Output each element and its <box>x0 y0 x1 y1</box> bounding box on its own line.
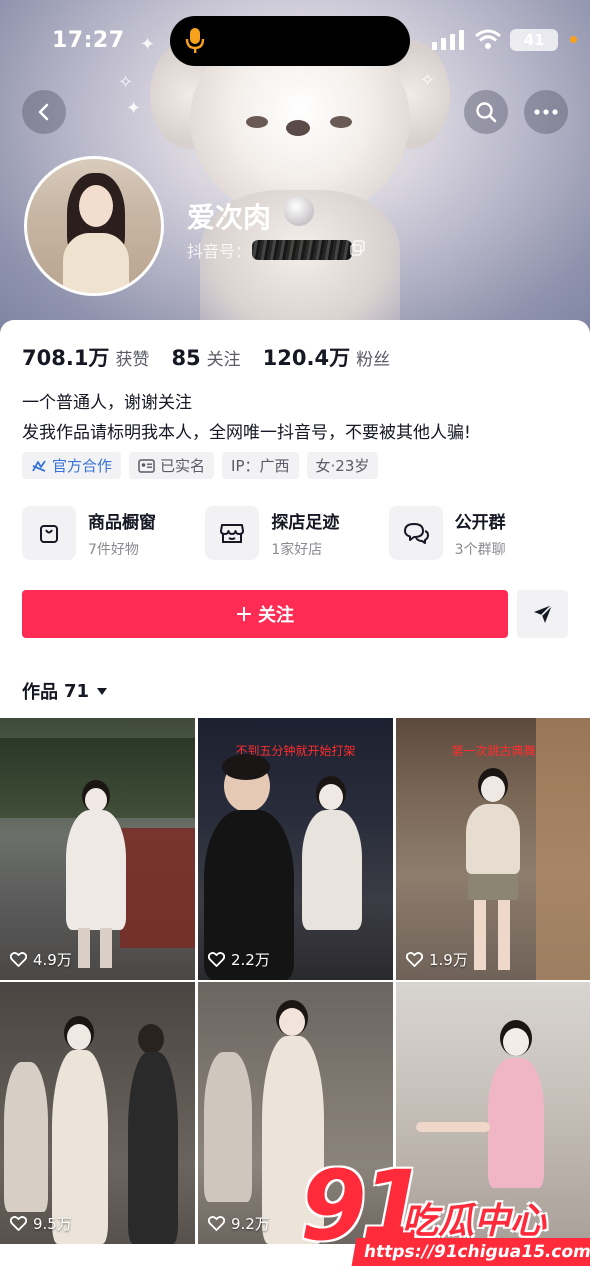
wifi-icon <box>475 29 501 49</box>
feature-subtitle: 3个群聊 <box>454 541 506 558</box>
video-like-count: 2.2万 <box>231 951 270 969</box>
heart-icon <box>10 952 27 967</box>
heart-icon <box>208 952 225 967</box>
follow-button[interactable]: 关注 <box>22 590 508 638</box>
feature-store-visits[interactable]: 探店足迹 1家好店 <box>205 506 388 560</box>
tag-ip-location: IP：广西 <box>222 452 299 479</box>
feature-shop-window[interactable]: 商品橱窗 7件好物 <box>22 506 205 560</box>
battery-indicator: 41 <box>510 29 558 51</box>
profile-features: 商品橱窗 7件好物 探店足迹 1家好店 公开群 3个群聊 <box>22 506 572 560</box>
feature-title: 公开群 <box>454 512 506 533</box>
feature-title: 商品橱窗 <box>88 512 156 533</box>
video-like-count: 9.5万 <box>33 1215 72 1233</box>
douyin-id-redacted <box>252 240 352 260</box>
heart-icon <box>10 1216 27 1231</box>
dynamic-island <box>170 16 410 66</box>
followers-label[interactable]: 粉丝 <box>356 345 390 370</box>
works-label: 作品 <box>22 682 58 703</box>
official-collab-icon <box>32 460 46 472</box>
tag-label: 女·23岁 <box>315 457 370 475</box>
send-message-button[interactable] <box>517 590 568 638</box>
banner-teddy-eye <box>246 116 268 128</box>
copy-icon[interactable] <box>350 240 366 256</box>
video-thumbnail[interactable]: 9.5万 <box>0 982 195 1244</box>
tag-label: IP：广西 <box>231 457 290 475</box>
heart-icon <box>406 952 423 967</box>
sparkle-icon: ✧ <box>420 70 436 91</box>
banner-teddy-eye <box>330 116 352 128</box>
tag-gender-age: 女·23岁 <box>306 452 379 479</box>
caret-down-icon <box>97 687 108 695</box>
works-tab[interactable]: 作品 71 <box>22 678 108 704</box>
following-count[interactable]: 85 <box>171 346 200 370</box>
tag-label: 已实名 <box>160 457 206 475</box>
video-thumbnail[interactable]: 4.9万 <box>0 718 195 980</box>
sparkle-icon: ✧ <box>118 72 134 93</box>
sparkle-icon: ✦ <box>126 98 142 119</box>
video-like-count: 1.9万 <box>429 951 468 969</box>
plus-icon <box>237 607 251 621</box>
douyin-id-label: 抖音号： <box>187 242 252 261</box>
profile-bio: 一个普通人，谢谢关注 发我作品请标明我本人，全网唯一抖音号，不要被其他人骗! <box>22 388 471 448</box>
bio-line: 一个普通人，谢谢关注 <box>22 393 192 413</box>
tag-label: 官方合作 <box>52 457 113 475</box>
chat-bubbles-icon <box>403 523 429 544</box>
works-count: 71 <box>64 680 90 702</box>
feature-subtitle: 7件好物 <box>88 541 139 558</box>
shopping-bag-icon <box>40 525 58 543</box>
profile-nickname: 爱次肉 <box>187 201 272 234</box>
banner-teddy-nose <box>286 120 310 136</box>
heart-icon <box>208 1216 225 1231</box>
chevron-left-icon <box>38 103 49 121</box>
privacy-indicator-dot <box>570 36 577 43</box>
banner-teddy-bell <box>284 196 314 226</box>
video-caption: 不到五分钟就开始打架 <box>235 744 356 758</box>
follow-button-label: 关注 <box>258 605 294 626</box>
feature-public-groups[interactable]: 公开群 3个群聊 <box>388 506 572 560</box>
tag-verified-name[interactable]: 已实名 <box>129 452 215 479</box>
video-thumbnail[interactable]: 不到五分钟就开始打架 2.2万 <box>198 718 393 980</box>
profile-stats: 708.1万 获赞 85 关注 120.4万 粉丝 <box>22 342 412 372</box>
video-thumbnail[interactable]: 第一次跳古典舞 1.9万 <box>396 718 590 980</box>
sparkle-icon: ✦ <box>140 34 156 55</box>
status-time: 17:27 <box>52 28 125 53</box>
battery-level: 41 <box>523 31 545 49</box>
following-label[interactable]: 关注 <box>207 345 241 370</box>
back-button[interactable] <box>22 90 66 134</box>
search-button[interactable] <box>464 90 508 134</box>
video-like-count: 9.2万 <box>231 1215 270 1233</box>
id-card-icon <box>138 458 155 473</box>
more-dots-icon <box>534 109 558 115</box>
feature-title: 探店足迹 <box>271 512 340 533</box>
more-options-button[interactable] <box>524 90 568 134</box>
feature-subtitle: 1家好店 <box>271 541 323 558</box>
likes-label: 获赞 <box>115 350 150 370</box>
profile-avatar[interactable] <box>24 156 164 296</box>
followers-count[interactable]: 120.4万 <box>263 342 350 372</box>
tag-official-collab[interactable]: 官方合作 <box>22 452 122 479</box>
watermark-url: https://91chigua15.com <box>351 1238 590 1266</box>
cellular-signal-icon <box>432 30 464 50</box>
search-icon <box>476 102 497 123</box>
microphone-icon <box>185 28 205 53</box>
store-icon <box>220 524 245 543</box>
likes-count: 708.1万 <box>22 346 110 370</box>
video-like-count: 4.9万 <box>33 951 72 969</box>
profile-tags: 官方合作 已实名 IP：广西 女·23岁 <box>22 452 379 479</box>
send-arrow-icon <box>533 604 553 623</box>
bio-line: 发我作品请标明我本人，全网唯一抖音号，不要被其他人骗! <box>22 423 471 443</box>
watermark-text: 吃瓜中心 <box>402 1201 547 1242</box>
